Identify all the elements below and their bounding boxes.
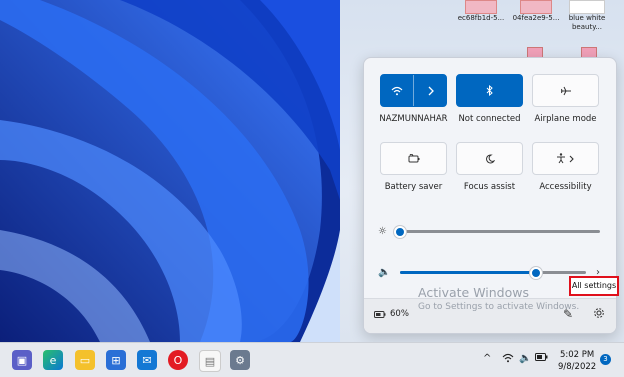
all-settings-tooltip: All settings	[569, 276, 619, 296]
chevron-up-icon[interactable]: ^	[483, 353, 491, 364]
desktop-icon-label: ec68fb1d-5...	[457, 14, 505, 22]
brightness-thumb[interactable]	[394, 225, 406, 238]
brightness-icon: ☼	[378, 225, 387, 237]
activate-windows-watermark: Activate Windows Go to Settings to activ…	[418, 285, 579, 312]
airplane-icon	[560, 86, 571, 95]
focus-assist-label: Focus assist	[463, 182, 516, 192]
wifi-icon[interactable]	[502, 353, 514, 366]
file-explorer-icon[interactable]: ▭	[75, 350, 95, 370]
battery-icon	[374, 310, 386, 318]
battery-icon[interactable]	[535, 353, 548, 364]
bluetooth-toggle[interactable]	[456, 74, 523, 107]
brightness-slider-row: ☼	[378, 224, 600, 238]
battery-saver-icon	[408, 154, 420, 163]
wifi-network-label: NAZMUNNAHAR	[379, 114, 448, 124]
settings-gear-icon[interactable]	[593, 307, 605, 322]
bluetooth-tile: Not connected	[455, 74, 524, 124]
chevron-right-icon	[569, 155, 574, 162]
microsoft-store-icon[interactable]: ⊞	[106, 350, 126, 370]
battery-saver-tile: Battery saver	[379, 142, 448, 192]
image-thumbnail	[520, 0, 552, 14]
clock-date: 9/8/2022	[558, 362, 597, 372]
battery-percent: 60%	[390, 309, 409, 319]
teams-chat-icon[interactable]: ▣	[12, 350, 32, 370]
bluetooth-icon	[486, 85, 493, 96]
speaker-icon[interactable]: 🔈	[378, 267, 394, 278]
accessibility-toggle[interactable]	[532, 142, 599, 175]
bluetooth-status-label: Not connected	[458, 114, 521, 124]
image-thumbnail	[465, 0, 497, 14]
system-clock[interactable]: 5:02 PM 9/8/2022	[558, 349, 596, 373]
document-thumbnail	[569, 0, 605, 14]
accessibility-icon	[556, 153, 565, 164]
wifi-tile: NAZMUNNAHAR	[379, 74, 448, 124]
accessibility-label: Accessibility	[539, 182, 592, 192]
notepad-icon[interactable]: ▤	[199, 350, 221, 372]
battery-saver-toggle[interactable]	[380, 142, 447, 175]
opera-browser-icon[interactable]: O	[168, 350, 188, 370]
battery-saver-label: Battery saver	[384, 182, 443, 192]
watermark-subtitle: Go to Settings to activate Windows.	[418, 302, 580, 312]
volume-slider-row: 🔈 ›	[378, 265, 600, 279]
battery-status[interactable]: 60%	[374, 309, 409, 319]
settings-gear-icon[interactable]: ⚙	[230, 350, 250, 370]
speaker-icon[interactable]: 🔈	[519, 353, 531, 364]
wifi-icon[interactable]	[381, 75, 413, 106]
edge-browser-icon[interactable]: e	[43, 350, 63, 370]
volume-slider[interactable]	[400, 266, 586, 279]
mail-icon[interactable]: ✉	[137, 350, 157, 370]
tile-row-1: NAZMUNNAHAR Not connected Airplane mode	[379, 74, 600, 124]
chevron-right-icon[interactable]	[414, 75, 446, 106]
desktop-icon-label: blue white	[568, 14, 606, 22]
wifi-toggle[interactable]	[380, 74, 447, 107]
airplane-mode-label: Airplane mode	[534, 114, 597, 124]
notification-badge[interactable]: 3	[600, 354, 611, 365]
taskbar: ▣ e ▭ ⊞ ✉ O ▤ ⚙ ^ 🔈 5:02 PM 9/8/2022 3	[0, 342, 624, 377]
desktop-icon-label: beauty...	[571, 23, 603, 31]
watermark-title: Activate Windows	[418, 285, 529, 300]
volume-fill	[400, 270, 536, 274]
desktop-icon-image-1[interactable]: ec68fb1d-5...	[450, 0, 512, 23]
brightness-slider[interactable]	[394, 225, 600, 238]
volume-thumb[interactable]	[529, 266, 542, 279]
tile-row-2: Battery saver Focus assist Accessibility	[379, 142, 600, 192]
wallpaper-bloom	[0, 0, 340, 342]
clock-time: 5:02 PM	[559, 350, 595, 360]
accessibility-tile: Accessibility	[531, 142, 600, 192]
airplane-tile: Airplane mode	[531, 74, 600, 124]
moon-icon	[485, 153, 495, 163]
focus-assist-toggle[interactable]	[456, 142, 523, 175]
desktop-icon-blue-white[interactable]: blue white beauty...	[556, 0, 618, 32]
focus-assist-tile: Focus assist	[455, 142, 524, 192]
airplane-mode-toggle[interactable]	[532, 74, 599, 107]
